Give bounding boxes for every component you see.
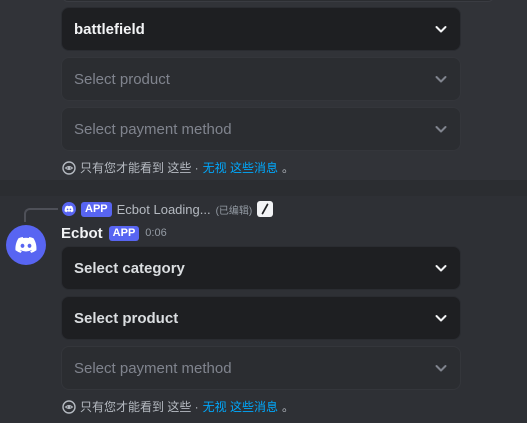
reply-reference[interactable]: APP Ecbot Loading... (已编辑)	[62, 200, 274, 218]
bot-avatar[interactable]	[6, 225, 46, 265]
message-header: Ecbot APP 0:06	[61, 224, 167, 242]
chevron-down-icon	[434, 22, 448, 36]
author-name[interactable]: Ecbot	[61, 225, 103, 242]
select-product-disabled: Select product	[61, 57, 461, 101]
chevron-down-icon	[434, 311, 448, 325]
select-payment-placeholder: Select payment method	[74, 359, 232, 377]
select-product[interactable]: Select product	[61, 296, 461, 340]
ephemeral-text: 只有您才能看到 这些 ·	[80, 400, 199, 414]
select-product-placeholder: Select product	[74, 70, 170, 88]
ephemeral-suffix: 。	[282, 161, 295, 175]
ephemeral-text: 只有您才能看到 这些 ·	[80, 161, 199, 175]
select-category[interactable]: Select category	[61, 246, 461, 290]
previous-component-edge	[62, 0, 494, 2]
ephemeral-notice: 只有您才能看到 这些 · 无视 这些消息 。	[62, 159, 294, 176]
reply-connector	[24, 208, 58, 222]
timestamp: 0:06	[145, 227, 167, 239]
dismiss-link[interactable]: 无视 这些消息	[203, 398, 278, 415]
chevron-down-icon	[434, 361, 448, 375]
slash-command-icon	[257, 201, 274, 217]
ephemeral-notice: 只有您才能看到 这些 · 无视 这些消息 。	[62, 398, 294, 415]
discord-icon	[15, 237, 37, 253]
chevron-down-icon	[434, 261, 448, 275]
eye-icon	[62, 160, 76, 175]
chevron-down-icon	[434, 122, 448, 136]
chevron-down-icon	[434, 72, 448, 86]
app-badge: APP	[108, 225, 140, 241]
select-payment-disabled: Select payment method	[61, 346, 461, 390]
select-category-placeholder: Select category	[74, 259, 185, 277]
select-payment-disabled: Select payment method	[61, 107, 461, 151]
dismiss-link[interactable]: 无视 这些消息	[203, 159, 278, 176]
select-product-placeholder: Select product	[74, 309, 179, 327]
first-message: battlefield Select product Select paymen…	[0, 0, 527, 180]
reply-text: Ecbot Loading...	[116, 201, 211, 217]
ephemeral-suffix: 。	[282, 400, 295, 414]
edited-label: (已编辑)	[215, 205, 253, 217]
app-badge: APP	[81, 201, 112, 217]
select-payment-placeholder: Select payment method	[74, 120, 232, 138]
mini-avatar	[62, 202, 76, 216]
select-game-value: battlefield	[74, 20, 145, 38]
select-game[interactable]: battlefield	[61, 7, 461, 51]
eye-icon	[62, 399, 76, 414]
message-separator	[0, 180, 527, 196]
